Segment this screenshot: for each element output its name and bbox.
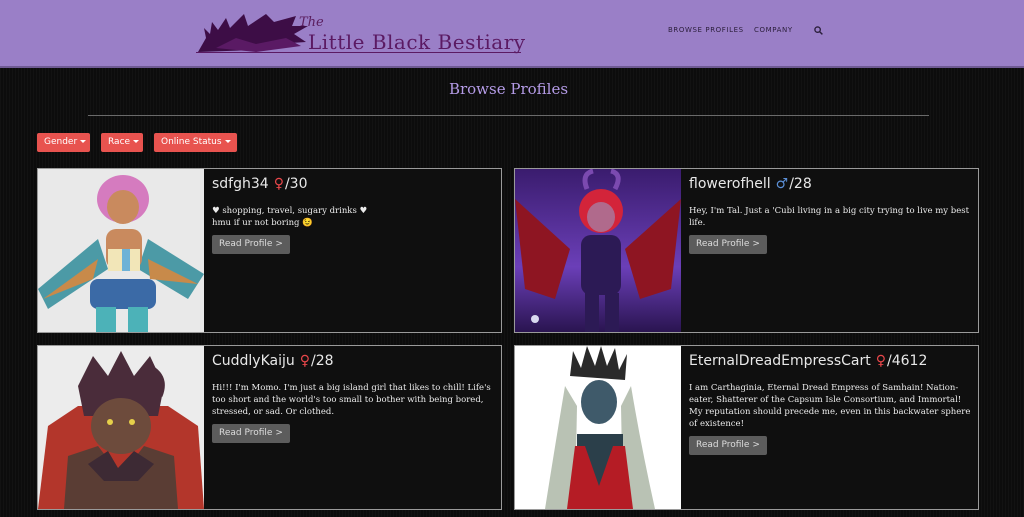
profile-card: sdfgh34 ♀/30 ♥ shopping, travel, sugary d… xyxy=(37,168,502,333)
nav-browse-profiles[interactable]: BROWSE PROFILES xyxy=(668,26,744,34)
female-gender-icon: ♀ xyxy=(875,353,886,369)
male-gender-icon: ♂ xyxy=(775,176,789,192)
logo-the: The xyxy=(299,15,324,30)
profile-age: /28 xyxy=(311,353,334,369)
online-status-filter-label: Online Status xyxy=(161,137,222,147)
logo-underline xyxy=(196,52,521,53)
site-header: The Little Black Bestiary BROWSE PROFILE… xyxy=(0,0,1024,68)
profile-bio: ♥ shopping, travel, sugary drinks ♥ hmu … xyxy=(212,206,368,228)
profile-avatar[interactable] xyxy=(515,169,681,332)
profile-name[interactable]: sdfgh34 xyxy=(212,176,269,192)
profile-card: EternalDreadEmpressCart ♀/4612 I am Carth… xyxy=(514,345,979,510)
profile-bio: I am Carthaginia, Eternal Dread Empress … xyxy=(689,383,971,429)
profile-card: flowerofhell ♂/28 Hey, I'm Tal. Just a 'C… xyxy=(514,168,979,333)
search-icon[interactable] xyxy=(814,26,823,35)
profile-name[interactable]: CuddlyKaiju xyxy=(212,353,295,369)
read-profile-button[interactable]: Read Profile > xyxy=(689,436,767,455)
page-title: Browse Profiles xyxy=(448,80,569,98)
female-gender-icon: ♀ xyxy=(299,353,311,369)
profile-avatar[interactable] xyxy=(38,169,204,332)
logo-title: Little Black Bestiary xyxy=(308,30,526,54)
profile-bio: Hey, I'm Tal. Just a 'Cubi living in a b… xyxy=(689,206,970,228)
profile-name[interactable]: flowerofhell xyxy=(689,176,771,192)
online-status-filter-button[interactable]: Online Status xyxy=(154,133,237,152)
caret-down-icon xyxy=(224,140,231,143)
read-profile-button[interactable]: Read Profile > xyxy=(212,235,290,254)
read-profile-button[interactable]: Read Profile > xyxy=(689,235,767,254)
caret-down-icon xyxy=(80,140,87,143)
profile-age: /30 xyxy=(284,176,308,192)
profile-bio: Hi!!! I'm Momo. I'm just a big island gi… xyxy=(212,383,491,417)
gender-filter-label: Gender xyxy=(44,137,78,147)
nav-company[interactable]: COMPANY xyxy=(754,26,793,34)
bat-logo-icon xyxy=(198,14,308,52)
race-filter-button[interactable]: Race xyxy=(101,133,143,152)
race-filter-label: Race xyxy=(108,137,131,147)
profile-age: /28 xyxy=(789,176,812,192)
site-logo[interactable]: The Little Black Bestiary xyxy=(196,8,526,54)
profile-avatar[interactable] xyxy=(38,346,204,509)
profile-card: CuddlyKaiju ♀/28 Hi!!! I'm Momo. I'm just… xyxy=(37,345,502,510)
caret-down-icon xyxy=(133,140,140,143)
profile-avatar[interactable] xyxy=(515,346,681,509)
read-profile-button[interactable]: Read Profile > xyxy=(212,424,290,443)
female-gender-icon: ♀ xyxy=(273,176,284,192)
profile-age: /4612 xyxy=(887,353,928,369)
gender-filter-button[interactable]: Gender xyxy=(37,133,90,152)
title-divider xyxy=(88,115,929,116)
profile-name[interactable]: EternalDreadEmpressCart xyxy=(689,353,871,369)
